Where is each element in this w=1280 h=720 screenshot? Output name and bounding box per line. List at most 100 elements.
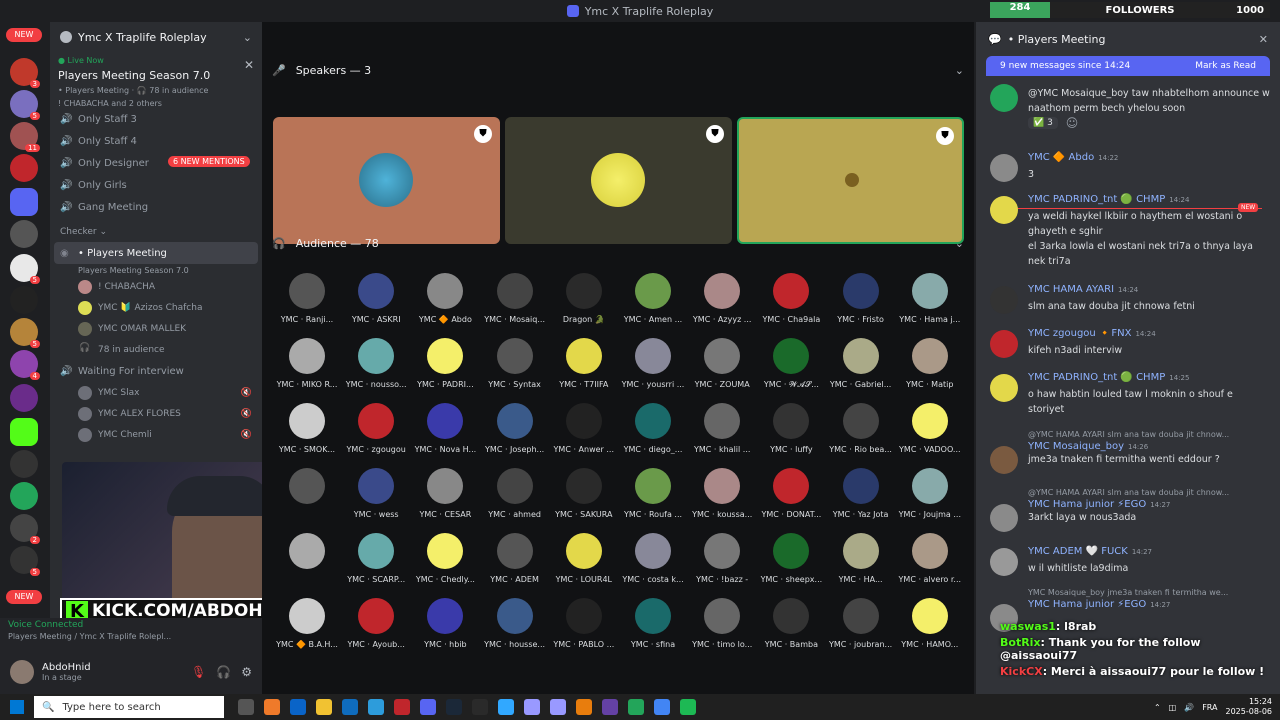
reply-preview[interactable]: @YMC HAMA AYARI slm ana taw douba jit ch…: [1028, 430, 1270, 439]
audience-member[interactable]: YMC · Fristo: [827, 273, 895, 324]
steam-icon[interactable]: [446, 699, 462, 715]
voice-member[interactable]: YMC Chemli 🔇: [50, 424, 262, 445]
audience-member[interactable]: Dragon 🐊: [550, 273, 618, 324]
gear-icon[interactable]: ⚙: [241, 665, 252, 679]
audience-member[interactable]: YMC · Cha9ala: [757, 273, 825, 324]
live-stage-card[interactable]: ● Live Now Players Meeting Season 7.0 • …: [50, 52, 262, 112]
server-icon[interactable]: [10, 286, 38, 314]
voice-channel-path[interactable]: Players Meeting / Ymc X Traplife Rolepl.…: [8, 632, 254, 641]
add-reaction-icon[interactable]: ☺: [1066, 116, 1079, 130]
audience-member[interactable]: YMC · Mosaiq...: [481, 273, 549, 324]
audience-member[interactable]: YMC · sheepx...: [757, 533, 825, 584]
audience-member[interactable]: YMC · HA...: [827, 533, 895, 584]
audience-member[interactable]: YMC · ASKRI: [342, 273, 410, 324]
new-messages-bar[interactable]: 9 new messages since 14:24 Mark as Read: [986, 56, 1270, 76]
volume-icon[interactable]: 🔊: [1184, 703, 1194, 712]
avatar[interactable]: [990, 504, 1018, 532]
mic-muted-icon[interactable]: 🎙: [191, 665, 206, 679]
server-icon[interactable]: [10, 220, 38, 248]
audience-member[interactable]: YMC · Roufa ...: [619, 468, 687, 519]
language-indicator[interactable]: FRA: [1202, 703, 1217, 712]
audience-member[interactable]: YMC · SMOK...: [273, 403, 341, 454]
audience-member[interactable]: YMC · Hama j...: [896, 273, 964, 324]
audience-member[interactable]: YMC · khalil ...: [688, 403, 756, 454]
message-author[interactable]: YMC PADRINO_tnt 🟢 CHMP: [1028, 194, 1165, 205]
server-icon-psy[interactable]: 3: [10, 58, 40, 88]
app-icon[interactable]: [628, 699, 644, 715]
reply-preview[interactable]: YMC Mosaique_boy jme3a tnaken fi termith…: [1028, 588, 1270, 597]
speakers-header[interactable]: 🎤 Speakers — 3 ⌄: [272, 60, 964, 80]
stage-member[interactable]: YMC OMAR MALLEK: [50, 318, 262, 339]
audience-member[interactable]: YMC · koussa...: [688, 468, 756, 519]
speaker-tile-speaking[interactable]: ⛊: [737, 117, 964, 244]
audience-member[interactable]: YMC · LOUR4L: [550, 533, 618, 584]
audience-member[interactable]: YMC · Rio bea...: [827, 403, 895, 454]
audience-member[interactable]: YMC · Joujma ...: [896, 468, 964, 519]
task-view-icon[interactable]: [238, 699, 254, 715]
audience-member[interactable]: YMC · VADOO...: [896, 403, 964, 454]
file-explorer-icon[interactable]: [316, 699, 332, 715]
audience-member[interactable]: YMC · CESAR: [411, 468, 479, 519]
server-icon[interactable]: [10, 482, 38, 510]
taskbar-clock[interactable]: 15:24 2025-08-06: [1226, 697, 1273, 717]
message-author[interactable]: YMC Hama junior ⚡EGO: [1028, 499, 1146, 510]
after-effects-icon[interactable]: [550, 699, 566, 715]
speaker-tile[interactable]: ⛊: [273, 117, 500, 244]
server-icon-fam[interactable]: 5: [10, 254, 40, 284]
speaker-tile[interactable]: ⛊: [505, 117, 732, 244]
server-icon[interactable]: 5: [10, 318, 40, 348]
close-icon[interactable]: ✕: [244, 58, 254, 72]
audience-member[interactable]: YMC · yousrri ...: [619, 338, 687, 389]
audience-member[interactable]: YMC · HAMO...: [896, 598, 964, 649]
audience-member[interactable]: YMC · !bazz -: [688, 533, 756, 584]
audience-member[interactable]: YMC · Chedly...: [411, 533, 479, 584]
audience-member[interactable]: YMC · luffy: [757, 403, 825, 454]
close-icon[interactable]: ✕: [1259, 33, 1268, 46]
audience-member[interactable]: YMC · zgougou: [342, 403, 410, 454]
new-unread-pill[interactable]: NEW: [6, 28, 42, 42]
message-author[interactable]: YMC Mosaique_boy: [1028, 441, 1124, 452]
audience-member[interactable]: YMC · housse...: [481, 598, 549, 649]
stage-member[interactable]: YMC 🔰 Azizos Chafcha: [50, 297, 262, 318]
store-icon[interactable]: [290, 699, 306, 715]
discord-icon[interactable]: [420, 699, 436, 715]
app-icon[interactable]: [394, 699, 410, 715]
audience-member[interactable]: YMC · Amen ...: [619, 273, 687, 324]
user-avatar[interactable]: [10, 660, 34, 684]
blender-icon[interactable]: [576, 699, 592, 715]
avatar[interactable]: [990, 196, 1018, 224]
avatar[interactable]: [990, 84, 1018, 112]
audience-member[interactable]: [273, 468, 341, 510]
channel-only-girls[interactable]: 🔊 Only Girls: [50, 174, 262, 196]
folder-icon[interactable]: [10, 188, 38, 216]
avatar[interactable]: [990, 286, 1018, 314]
audience-member[interactable]: [273, 533, 341, 575]
audience-member[interactable]: YMC · costa k...: [619, 533, 687, 584]
audience-member[interactable]: YMC · nousso...: [342, 338, 410, 389]
app-icon[interactable]: [472, 699, 488, 715]
audience-member[interactable]: YMC 🔶 Abdo: [411, 273, 479, 324]
edge-icon[interactable]: [368, 699, 384, 715]
message-author[interactable]: YMC 🔶 Abdo: [1028, 152, 1094, 163]
audience-member[interactable]: YMC · wess: [342, 468, 410, 519]
server-icon[interactable]: 4: [10, 350, 40, 380]
audience-member[interactable]: YMC · Nova H...: [411, 403, 479, 454]
category-checker[interactable]: Checker ⌄: [50, 222, 262, 242]
chevron-down-icon[interactable]: ⌄: [243, 31, 252, 44]
message-author[interactable]: YMC PADRINO_tnt 🟢 CHMP: [1028, 372, 1165, 383]
taskbar-search[interactable]: 🔍 Type here to search: [34, 696, 224, 718]
avatar[interactable]: [990, 374, 1018, 402]
server-icon[interactable]: 5: [10, 90, 40, 120]
reply-preview[interactable]: @YMC HAMA AYARI slm ana taw douba jit ch…: [1028, 488, 1270, 497]
new-mentions-badge[interactable]: 6 NEW MENTIONS: [168, 156, 250, 167]
message-author[interactable]: YMC Hama junior ⚡EGO: [1028, 599, 1146, 610]
channel-players-meeting[interactable]: ◉ • Players Meeting: [54, 242, 258, 264]
audience-member[interactable]: YMC · Joseph...: [481, 403, 549, 454]
reaction-check[interactable]: ✅ 3: [1028, 117, 1058, 129]
mark-as-read-button[interactable]: Mark as Read: [1195, 61, 1256, 71]
avatar[interactable]: [990, 330, 1018, 358]
audience-member[interactable]: YMC · timo lo...: [688, 598, 756, 649]
audience-member[interactable]: YMC · Matip: [896, 338, 964, 389]
copilot-icon[interactable]: [264, 699, 280, 715]
chevron-down-icon[interactable]: ⌄: [955, 237, 964, 250]
